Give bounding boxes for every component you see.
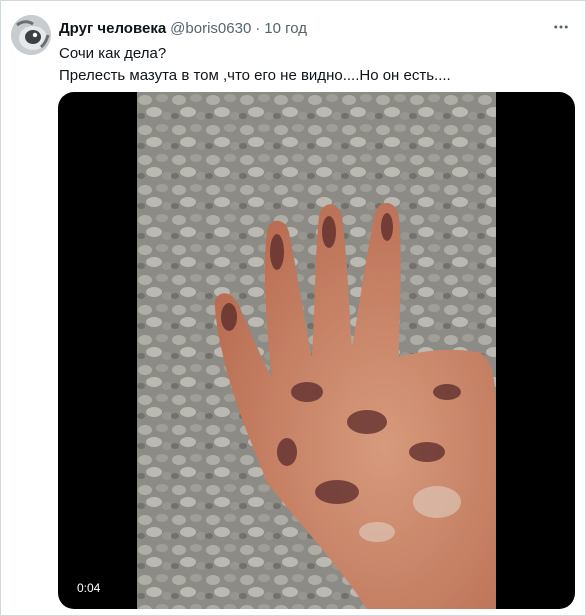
timestamp[interactable]: 10 год <box>264 20 307 37</box>
video-frame[interactable] <box>137 92 496 609</box>
tweet-text-line: Прелесть мазута в том ,что его не видно.… <box>59 67 451 84</box>
tweet-header: Друг человека @boris0630 · 10 год <box>59 17 307 39</box>
video-player[interactable]: 0:04 <box>58 92 575 609</box>
tweet-text: Сочи как дела? Прелесть мазута в том ,чт… <box>59 43 451 87</box>
display-name[interactable]: Друг человека <box>59 20 166 37</box>
tweet-card[interactable]: Друг человека @boris0630 · 10 год Сочи к… <box>0 0 586 616</box>
more-dots-icon <box>554 25 568 29</box>
user-handle[interactable]: @boris0630 <box>170 20 251 37</box>
tweet-text-line: Сочи как дела? <box>59 45 167 62</box>
more-options-button[interactable] <box>549 17 573 37</box>
avatar-image <box>11 15 51 55</box>
separator: · <box>255 19 261 37</box>
video-duration: 0:04 <box>72 579 106 597</box>
video-thumbnail <box>137 92 496 609</box>
avatar[interactable] <box>11 15 51 55</box>
